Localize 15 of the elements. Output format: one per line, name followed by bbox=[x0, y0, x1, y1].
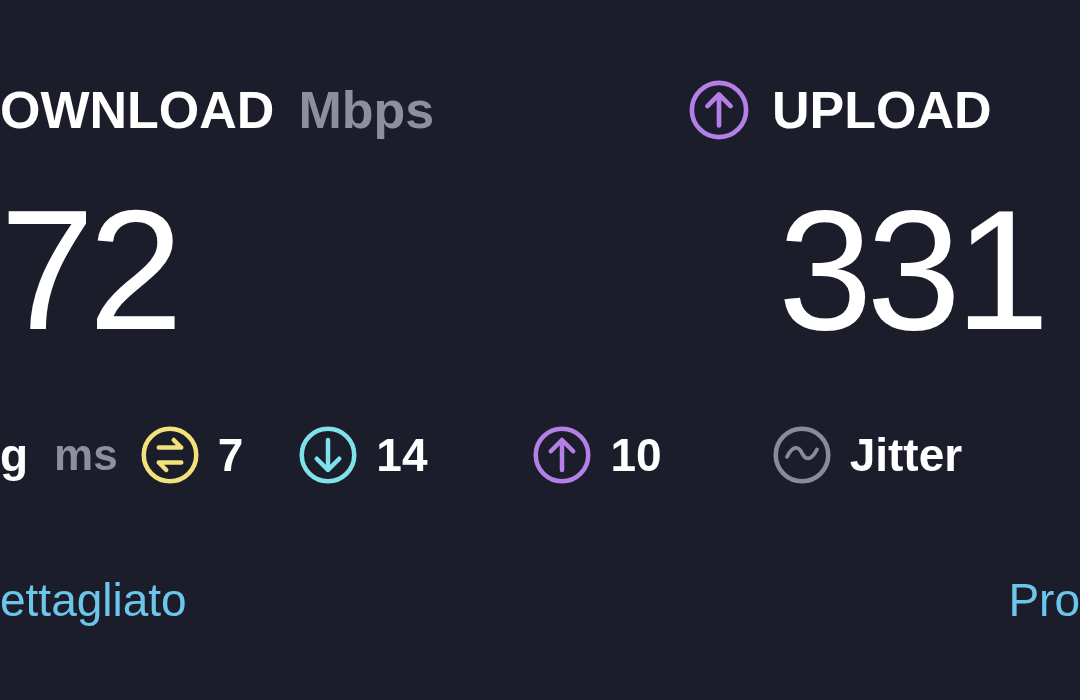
link[interactable]: Pro bbox=[1008, 573, 1080, 627]
ping-value: 10 bbox=[610, 428, 662, 482]
download-label: OWNLOAD bbox=[0, 80, 275, 140]
swap-arrows-icon bbox=[139, 425, 200, 485]
ping-label: g bbox=[0, 428, 29, 482]
ping-value: 14 bbox=[376, 428, 428, 482]
unit-label: Mbps bbox=[298, 80, 435, 140]
unit-label: ms bbox=[54, 430, 118, 480]
wave-icon bbox=[771, 425, 832, 485]
link[interactable]: ettagliato bbox=[0, 573, 187, 627]
upload-label: UPLOAD bbox=[772, 80, 992, 140]
ping-value: 7 bbox=[217, 428, 244, 482]
download-speed: 72 bbox=[0, 175, 178, 365]
upload-speed: 331 bbox=[778, 185, 1044, 355]
jitter-label: Jitter bbox=[849, 428, 963, 482]
